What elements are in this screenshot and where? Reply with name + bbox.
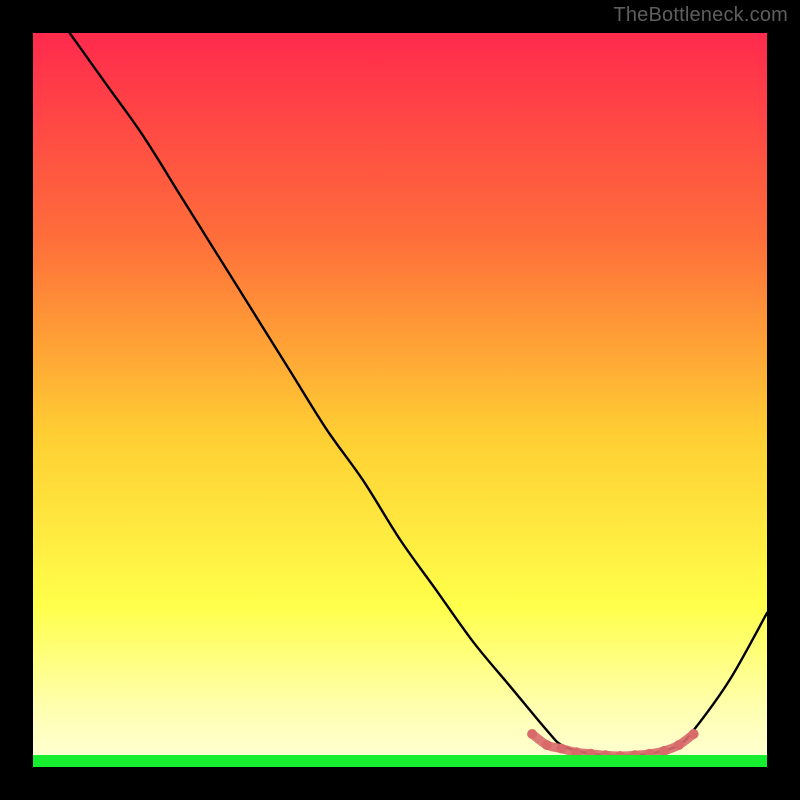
chart-stage: TheBottleneck.com (0, 0, 800, 800)
bottleneck-curve (70, 33, 767, 756)
green-baseline (33, 755, 767, 767)
curve-layer (33, 33, 767, 767)
watermark-text: TheBottleneck.com (613, 4, 788, 27)
plot-area (33, 33, 767, 767)
